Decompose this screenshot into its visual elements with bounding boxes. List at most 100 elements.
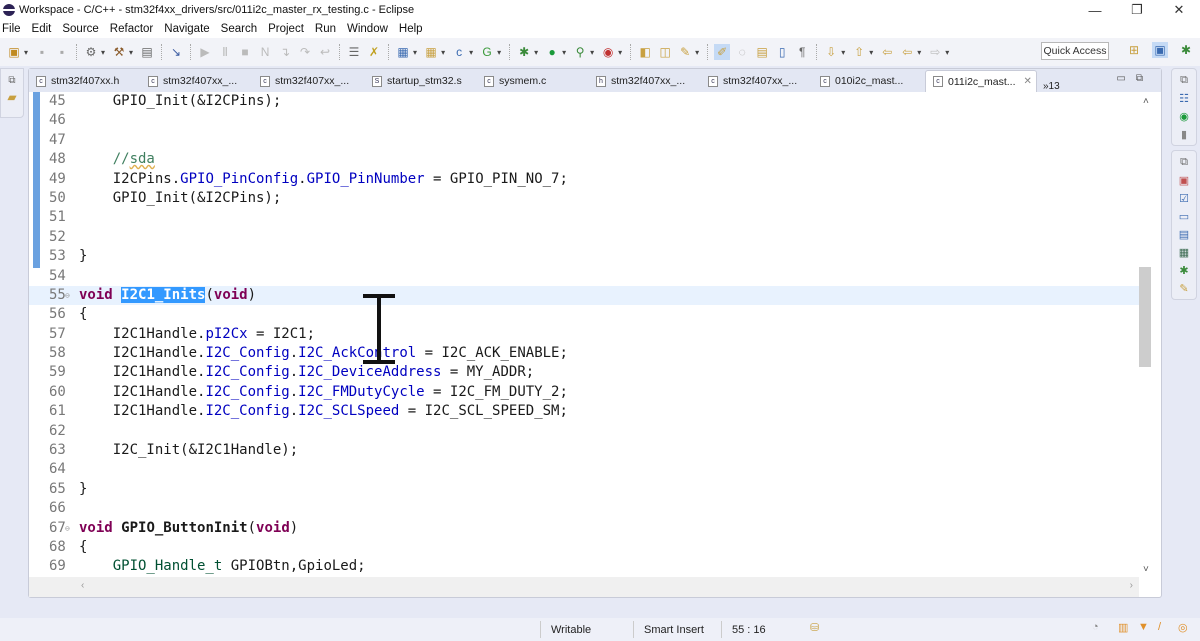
step-over-icon[interactable]: ↷ (297, 44, 313, 60)
disconnect-icon[interactable]: N (257, 44, 273, 60)
problems-icon[interactable]: ▣ (1177, 173, 1191, 187)
code-line[interactable]: 65} (29, 480, 1139, 499)
highlight-icon[interactable]: ✐ (714, 44, 731, 60)
previous-annotation-icon[interactable]: ⇧ (851, 44, 867, 60)
previous-annotation-dropdown[interactable]: ▾ (869, 48, 873, 57)
new-c-class-icon[interactable]: c (451, 44, 467, 60)
new-project-dropdown[interactable]: ▾ (413, 48, 417, 57)
save-icon[interactable]: ▪ (34, 44, 50, 60)
code-line[interactable]: 60 I2C1Handle.I2C_Config.I2C_FMDutyCycle… (29, 383, 1139, 402)
code-line[interactable]: 58 I2C1Handle.I2C_Config.I2C_AckControl … (29, 344, 1139, 363)
registers-icon[interactable]: ▦ (1177, 245, 1191, 259)
build-config-icon[interactable]: ⚙ (83, 44, 99, 60)
terminate-icon[interactable]: ■ (237, 44, 253, 60)
toggle-mark-occurrences-icon[interactable]: ✗ (366, 44, 382, 60)
pen-icon[interactable]: / (1158, 621, 1161, 633)
open-type-icon[interactable]: ◧ (637, 44, 653, 60)
menu-navigate[interactable]: Navigate (164, 23, 209, 35)
forward-dropdown[interactable]: ▾ (945, 48, 949, 57)
code-line[interactable]: 69 GPIO_Handle_t GPIOBtn,GpioLed; (29, 557, 1139, 576)
scroll-up-icon[interactable]: ˄ (1143, 96, 1149, 107)
new-folder-icon[interactable]: ▦ (423, 44, 439, 60)
code-line[interactable]: 53} (29, 247, 1139, 266)
forward-icon[interactable]: ⇨ (927, 44, 943, 60)
scroll-left-icon[interactable]: ‹ (81, 580, 84, 591)
c-cpp-perspective-icon[interactable]: ▣ (1152, 42, 1168, 58)
debug-dropdown[interactable]: ▾ (534, 48, 538, 57)
search-icon[interactable]: ✎ (677, 44, 693, 60)
code-line[interactable]: 59 I2C1Handle.I2C_Config.I2C_DeviceAddre… (29, 363, 1139, 382)
build-dropdown[interactable]: ▾ (129, 48, 133, 57)
book-icon[interactable]: ▥ (1118, 621, 1128, 634)
search-dropdown[interactable]: ▾ (695, 48, 699, 57)
menu-window[interactable]: Window (347, 23, 388, 35)
make-target-icon[interactable]: ◉ (1177, 109, 1191, 123)
restore-icon[interactable]: ⧉ (1177, 73, 1191, 87)
editor-tab[interactable]: c stm32f407xx_... (253, 70, 365, 92)
menu-file[interactable]: File (2, 23, 21, 35)
toggle-block-icon[interactable]: ▤ (754, 44, 770, 60)
code-line[interactable]: 57 I2C1Handle.pI2Cx = I2C1; (29, 325, 1139, 344)
build-config-dropdown[interactable]: ▾ (101, 48, 105, 57)
menu-refactor[interactable]: Refactor (110, 23, 153, 35)
suspend-icon[interactable]: Ⅱ (217, 44, 233, 60)
build-targets-icon[interactable]: ▮ (1177, 127, 1191, 141)
maximize-icon[interactable]: ⧉ (1136, 73, 1153, 84)
tasks-icon[interactable]: ☑ (1177, 191, 1191, 205)
editor-tab[interactable]: c stm32f407xx_... (141, 70, 253, 92)
menu-source[interactable]: Source (62, 23, 98, 35)
fold-toggle-icon[interactable]: ⊖ (65, 286, 70, 305)
code-line[interactable]: 48 //sda (29, 150, 1139, 169)
step-return-icon[interactable]: ↩ (317, 44, 333, 60)
skip-breakpoints-icon[interactable]: ↘ (168, 44, 184, 60)
code-line[interactable]: 51 (29, 208, 1139, 227)
editor-tab[interactable]: c stm32f407xx.h (29, 70, 141, 92)
build-status-icon[interactable]: ⛁ (810, 621, 819, 634)
quick-access-input[interactable]: Quick Access (1041, 42, 1109, 60)
step-into-icon[interactable]: ↴ (277, 44, 293, 60)
new-folder-dropdown[interactable]: ▾ (441, 48, 445, 57)
code-line[interactable]: 55 ⊖ void I2C1_Inits(void) (29, 285, 1139, 306)
next-annotation-icon[interactable]: ⇩ (823, 44, 839, 60)
vertical-scrollbar-thumb[interactable] (1139, 267, 1151, 367)
minimize-icon[interactable]: ▭ (1116, 73, 1135, 84)
new-c-project-icon[interactable]: ▦ (395, 44, 411, 60)
external-tools-dropdown[interactable]: ▾ (618, 48, 622, 57)
scroll-down-icon[interactable]: ˅ (1143, 564, 1149, 575)
code-line[interactable]: 62 (29, 422, 1139, 441)
console-icon[interactable]: ▭ (1177, 209, 1191, 223)
code-line[interactable]: 47 (29, 131, 1139, 150)
build-hammer-icon[interactable]: ⚒ (111, 44, 127, 60)
external-tools-icon[interactable]: ◉ (600, 44, 616, 60)
code-line[interactable]: 49 I2CPins.GPIO_PinConfig.GPIO_PinNumber… (29, 170, 1139, 189)
resume-icon[interactable]: ▶ (197, 44, 213, 60)
code-line[interactable]: 63 I2C_Init(&I2C1Handle); (29, 441, 1139, 460)
new-file-dropdown[interactable]: ▾ (469, 48, 473, 57)
show-selected-icon[interactable]: ▯ (774, 44, 790, 60)
use-step-filters-icon[interactable]: ☰ (346, 44, 362, 60)
code-line[interactable]: 68{ (29, 538, 1139, 557)
menu-search[interactable]: Search (221, 23, 257, 35)
notification-icon[interactable]: ◔ (1092, 621, 1099, 633)
menu-help[interactable]: Help (399, 23, 423, 35)
new-class-icon[interactable]: G (479, 44, 495, 60)
editor-tab[interactable]: c stm32f407xx_... (701, 70, 813, 92)
new-icon[interactable]: ▣ (6, 44, 22, 60)
outline-icon[interactable]: ☷ (1177, 91, 1191, 105)
debug-icon[interactable]: ✱ (516, 44, 532, 60)
restore-icon[interactable]: ⧉ (1177, 155, 1191, 169)
menu-edit[interactable]: Edit (32, 23, 52, 35)
coverage-dropdown[interactable]: ▾ (590, 48, 594, 57)
learn-icon[interactable]: ▼ (1138, 621, 1149, 633)
editor-tab[interactable]: c 011i2c_mast... ✕ (925, 70, 1037, 92)
code-line[interactable]: 50 GPIO_Init(&I2CPins); (29, 189, 1139, 208)
editor-tab[interactable]: h stm32f407xx_... (589, 70, 701, 92)
editor-tab[interactable]: Sstartup_stm32.s (365, 70, 477, 92)
save-all-icon[interactable]: ▪ (54, 44, 70, 60)
open-task-icon[interactable]: ◫ (657, 44, 673, 60)
next-annotation-dropdown[interactable]: ▾ (841, 48, 845, 57)
editor-tab[interactable]: c 010i2c_mast... (813, 70, 925, 92)
horizontal-scrollbar[interactable]: ‹ › (29, 577, 1139, 597)
run-dropdown[interactable]: ▾ (562, 48, 566, 57)
back-dropdown[interactable]: ▾ (917, 48, 921, 57)
